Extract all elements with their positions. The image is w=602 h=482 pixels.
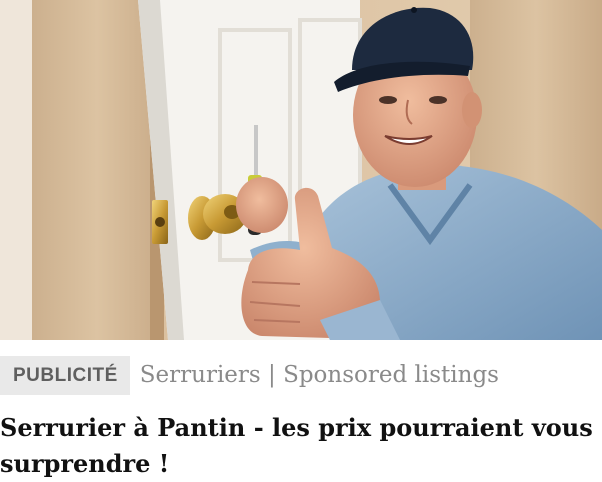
- sponsored-ad-card[interactable]: PUBLICITÉ Serruriers | Sponsored listing…: [0, 0, 602, 482]
- ad-source-label[interactable]: Serruriers | Sponsored listings: [140, 355, 499, 395]
- ad-meta-row: PUBLICITÉ Serruriers | Sponsored listing…: [0, 355, 499, 395]
- ad-image[interactable]: [0, 0, 602, 340]
- ad-headline[interactable]: Serrurier à Pantin - les prix pourraient…: [0, 410, 602, 482]
- sponsored-badge: PUBLICITÉ: [0, 355, 130, 395]
